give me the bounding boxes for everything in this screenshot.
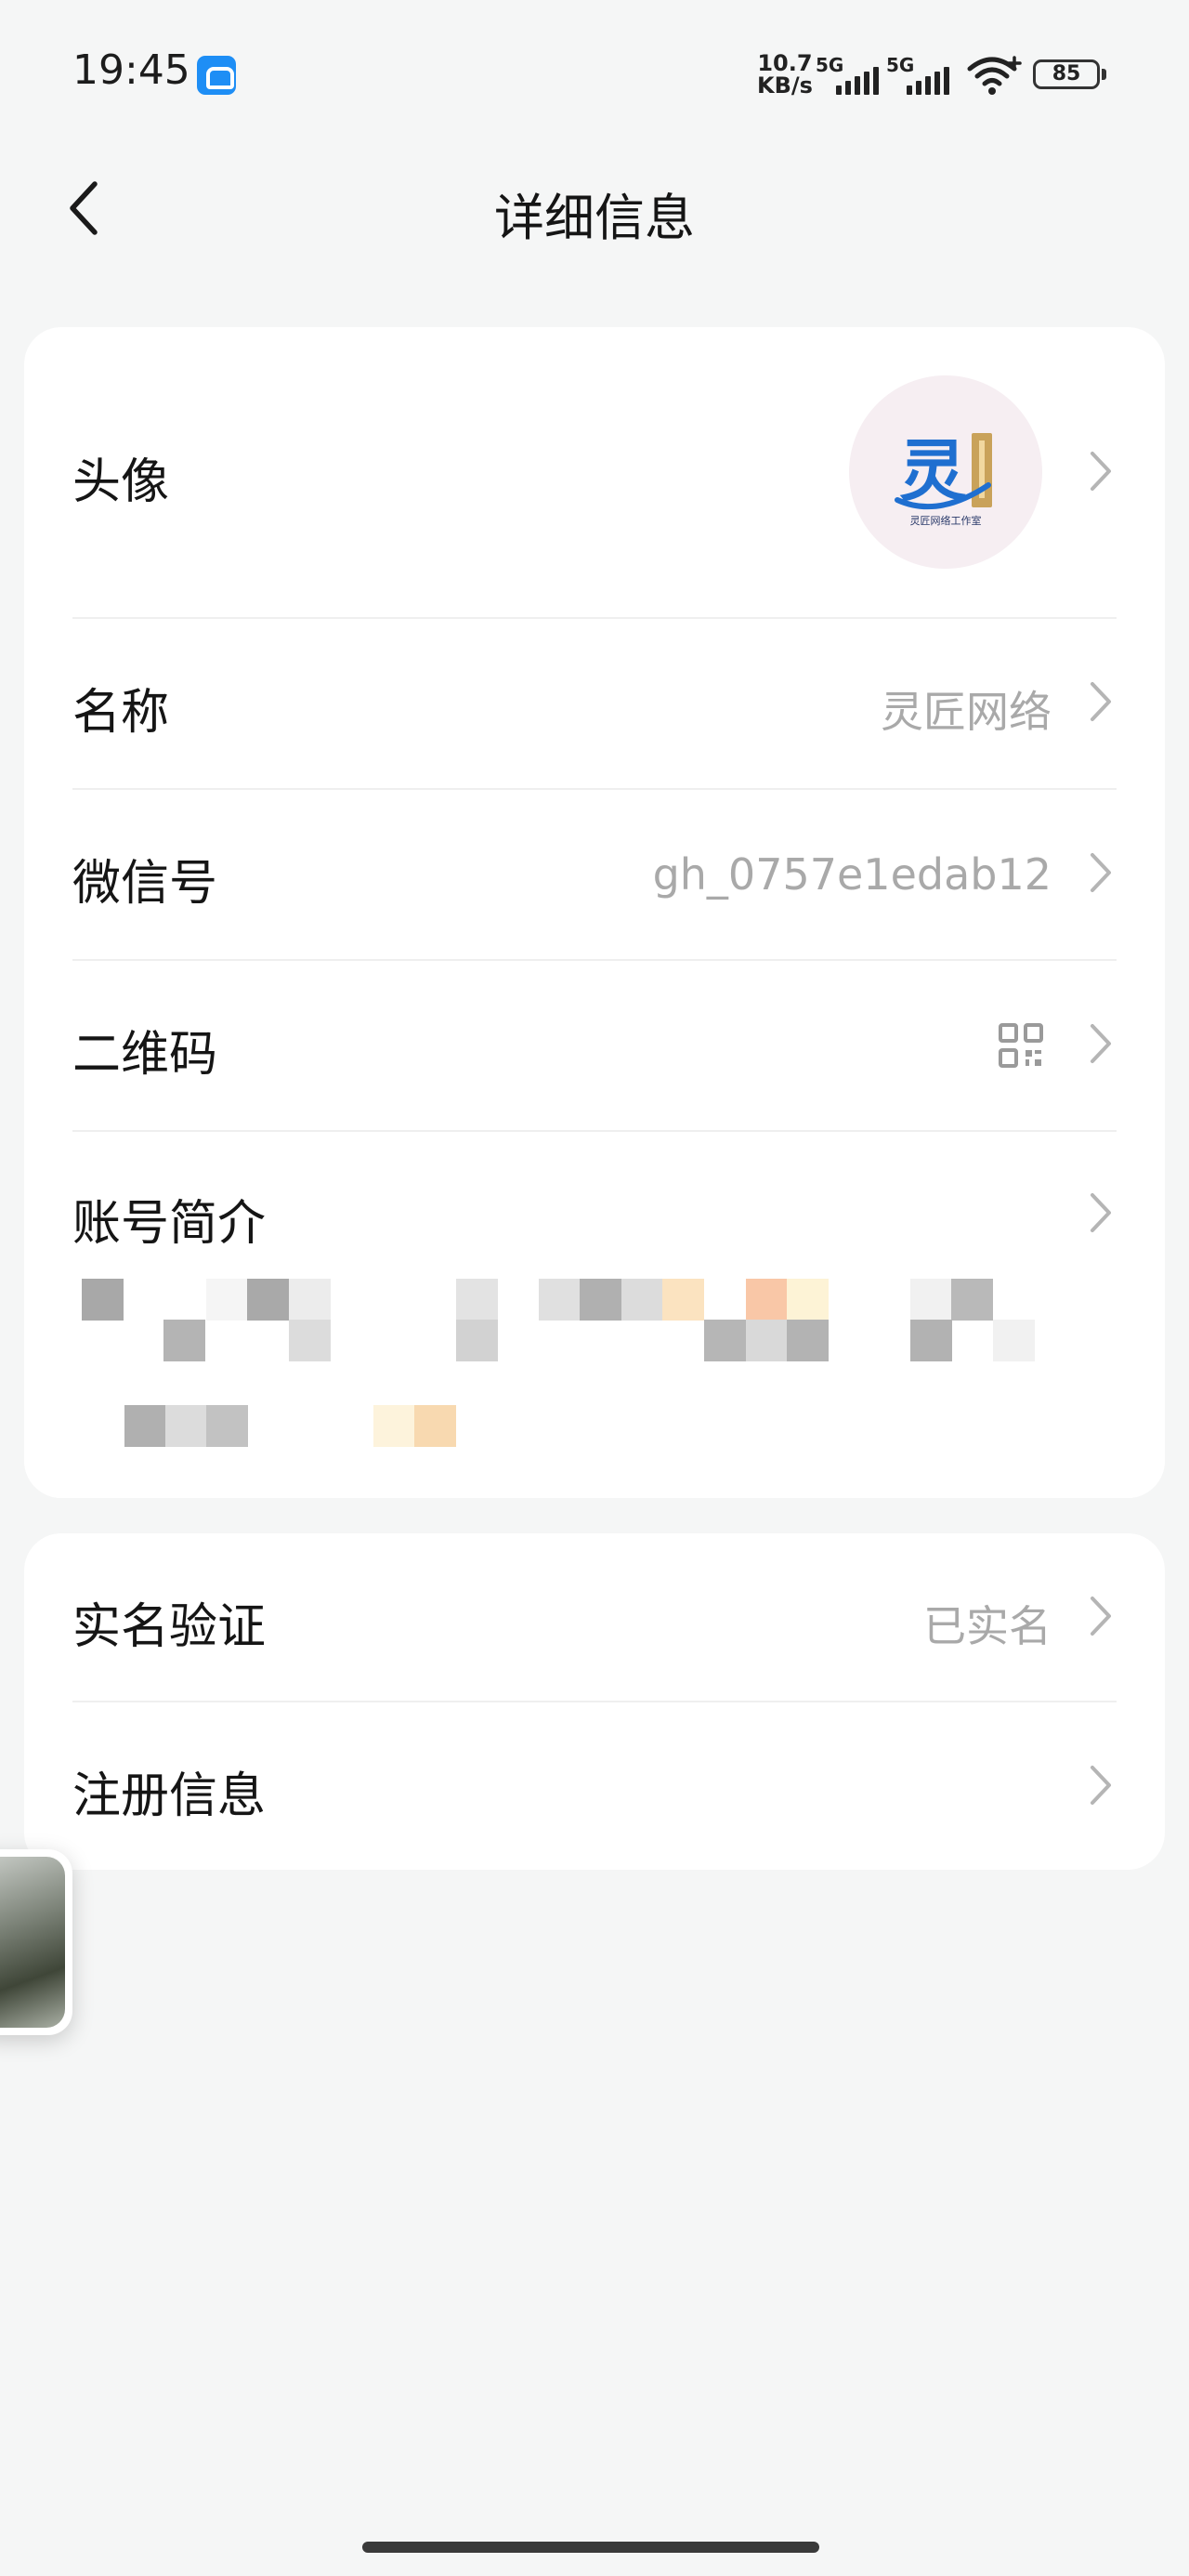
sim2-signal-icon: 5G <box>886 54 953 97</box>
real-name-verification-row[interactable]: 实名验证 已实名 <box>72 1533 1117 1701</box>
avatar-row[interactable]: 头像 灵 灵匠网络工作室 <box>72 327 1117 617</box>
qr-code-row[interactable]: 二维码 <box>72 961 1117 1130</box>
wechat-id-value: gh_0757e1edab12 <box>652 849 1052 900</box>
battery-icon: 85 <box>1033 59 1107 89</box>
network-speed-unit: KB/s <box>757 72 813 99</box>
chevron-right-icon <box>1091 1766 1111 1805</box>
status-time: 19:45 <box>72 46 190 94</box>
qr-code-icon <box>999 1023 1043 1068</box>
sim1-signal-icon: 5G <box>816 54 882 97</box>
floating-window-bubble[interactable] <box>0 1849 72 2035</box>
registration-info-row[interactable]: 注册信息 <box>72 1702 1117 1870</box>
wechat-id-label: 微信号 <box>72 856 218 912</box>
verification-card: 实名验证 已实名 注册信息 <box>24 1533 1165 1870</box>
account-intro-label: 账号简介 <box>72 1196 267 1252</box>
wechat-id-row[interactable]: 微信号 gh_0757e1edab12 <box>72 790 1117 959</box>
chevron-right-icon <box>1091 1024 1111 1063</box>
wechat-official-account-details-screen: 19:45 10.7 KB/s 5G 5G 85 详细信息 头像 灵 灵匠网络工… <box>0 0 1189 2576</box>
real-name-verification-status: 已实名 <box>923 1601 1052 1651</box>
battery-level: 85 <box>1052 62 1081 85</box>
chevron-right-icon <box>1091 682 1111 721</box>
registration-info-label: 注册信息 <box>72 1768 267 1824</box>
avatar-logo-caption: 灵匠网络工作室 <box>910 514 982 527</box>
page-title: 详细信息 <box>494 189 695 247</box>
app-notification-icon <box>197 56 236 95</box>
chevron-right-icon <box>1091 1193 1111 1232</box>
navigation-bar: 详细信息 <box>0 149 1189 269</box>
name-row[interactable]: 名称 灵匠网络 <box>72 619 1117 788</box>
profile-info-card: 头像 灵 灵匠网络工作室 名称 灵匠网络 微信号 gh_0757e1edab12… <box>24 327 1165 1498</box>
status-bar: 19:45 10.7 KB/s 5G 5G 85 <box>0 0 1189 149</box>
account-intro-row[interactable]: 账号简介 <box>72 1132 1117 1498</box>
chevron-right-icon <box>1091 452 1111 491</box>
network-speed-value: 10.7 <box>757 50 813 76</box>
brand-logo-icon: 灵 灵匠网络工作室 <box>895 432 992 527</box>
name-value: 灵匠网络 <box>881 687 1052 737</box>
avatar-label: 头像 <box>72 454 170 510</box>
chevron-right-icon <box>1091 1597 1111 1636</box>
avatar: 灵 灵匠网络工作室 <box>849 375 1042 569</box>
name-label: 名称 <box>72 685 170 741</box>
qr-code-label: 二维码 <box>72 1027 218 1083</box>
floating-window-thumbnail <box>0 1857 65 2028</box>
home-indicator[interactable] <box>362 2542 819 2553</box>
avatar-logo-text: 灵 <box>899 432 966 510</box>
chevron-right-icon <box>1091 853 1111 892</box>
real-name-verification-label: 实名验证 <box>72 1599 267 1655</box>
wifi-icon <box>967 56 1022 95</box>
network-speed: 10.7 KB/s <box>757 52 813 97</box>
